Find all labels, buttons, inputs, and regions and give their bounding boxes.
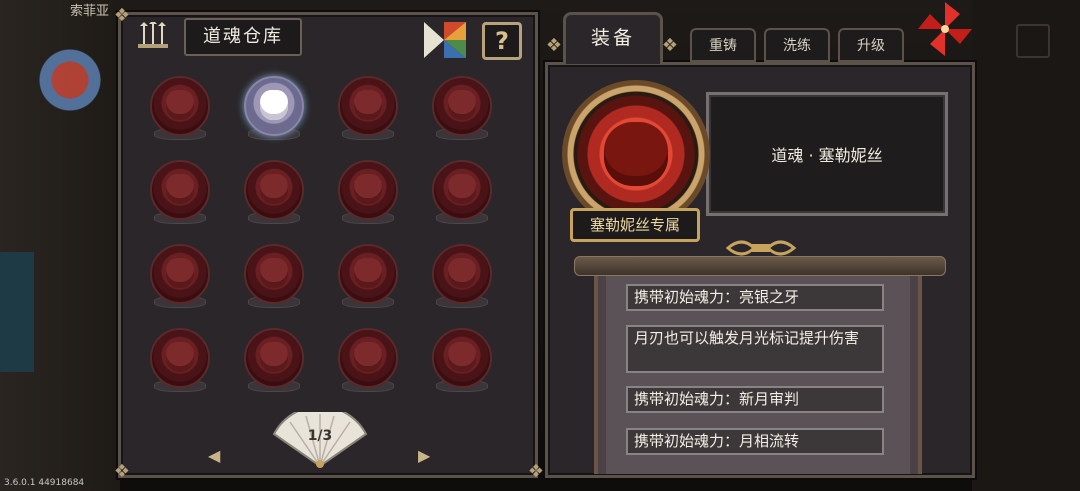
- soul-slot[interactable]: [430, 160, 494, 226]
- warehouse-title: 道魂仓库: [184, 18, 302, 56]
- soul-slot[interactable]: [148, 160, 212, 226]
- corner-ornament-icon: ❖: [661, 35, 679, 56]
- pinwheel-close-icon[interactable]: [916, 0, 974, 58]
- soul-portrait-icon: [260, 174, 288, 204]
- soul-portrait-icon: [166, 174, 194, 204]
- soul-slot[interactable]: [148, 328, 212, 394]
- soul-slot[interactable]: [242, 160, 306, 226]
- soul-slot[interactable]: [430, 76, 494, 142]
- tab-upgrade[interactable]: 升级: [838, 28, 904, 62]
- soul-slot[interactable]: [242, 76, 306, 142]
- soul-portrait-icon: [354, 174, 382, 204]
- npc-name-label: 索菲亚: [70, 4, 110, 19]
- soul-portrait-icon: [166, 90, 194, 120]
- soul-slot[interactable]: [336, 76, 400, 142]
- effect-item: 携带初始魂力：亮银之牙: [626, 284, 884, 311]
- effect-item: 携带初始魂力：新月审判: [626, 386, 884, 413]
- tab-refine[interactable]: 洗练: [764, 28, 830, 62]
- soul-slot[interactable]: [336, 328, 400, 394]
- page-indicator: 1/3: [307, 428, 333, 444]
- soul-portrait-icon: [166, 258, 194, 288]
- soul-slot[interactable]: [430, 328, 494, 394]
- soul-portrait-icon: [354, 90, 382, 120]
- prev-page-button[interactable]: ◀: [208, 446, 220, 465]
- help-button[interactable]: ?: [482, 22, 522, 60]
- arrow-left-icon: ◀: [208, 446, 221, 465]
- corner-ornament-icon: ❖: [113, 461, 131, 482]
- soul-slot[interactable]: [148, 76, 212, 142]
- corner-ornament-icon: ❖: [527, 461, 545, 482]
- corner-ornament-icon: ❖: [113, 5, 131, 26]
- soul-slot[interactable]: [242, 328, 306, 394]
- soul-portrait-icon: [604, 122, 668, 186]
- soul-portrait-icon: [166, 342, 194, 372]
- background-water-block: [0, 252, 34, 372]
- soul-slot[interactable]: [242, 244, 306, 310]
- soul-portrait-icon: [448, 258, 476, 288]
- npc-sprite: [36, 44, 104, 124]
- soul-portrait-icon: [260, 90, 288, 120]
- corner-ornament-icon: ❖: [545, 35, 563, 56]
- version-label: 3.6.0.1 44918684: [4, 478, 85, 488]
- effect-item: 月刃也可以触发月光标记提升伤害: [626, 325, 884, 373]
- scroll-rod: [574, 256, 946, 276]
- soul-portrait-icon: [448, 342, 476, 372]
- soul-portrait-icon: [354, 342, 382, 372]
- tab-equip[interactable]: 装备: [563, 12, 663, 64]
- soul-portrait-icon: [448, 90, 476, 120]
- effect-item: 携带初始魂力：月相流转: [626, 428, 884, 455]
- soul-portrait-icon: [448, 174, 476, 204]
- background-map-icon: [1016, 24, 1050, 58]
- exclusive-badge: 塞勒妮丝专属: [570, 208, 700, 242]
- soul-slot[interactable]: [336, 160, 400, 226]
- soul-portrait-icon: [354, 258, 382, 288]
- soul-slot[interactable]: [430, 244, 494, 310]
- tangram-puzzle-icon[interactable]: [424, 22, 466, 58]
- weapon-rack-icon: [138, 22, 168, 48]
- soul-slot[interactable]: [336, 244, 400, 310]
- arrow-right-icon: ▶: [418, 446, 431, 465]
- equipped-soul-name: 道魂 · 塞勒妮丝: [771, 146, 883, 165]
- background-right-area: [972, 0, 1080, 491]
- soul-portrait-icon: [260, 258, 288, 288]
- next-page-button[interactable]: ▶: [418, 446, 430, 465]
- tab-recast[interactable]: 重铸: [690, 28, 756, 62]
- soul-portrait-icon: [260, 342, 288, 372]
- soul-slot[interactable]: [148, 244, 212, 310]
